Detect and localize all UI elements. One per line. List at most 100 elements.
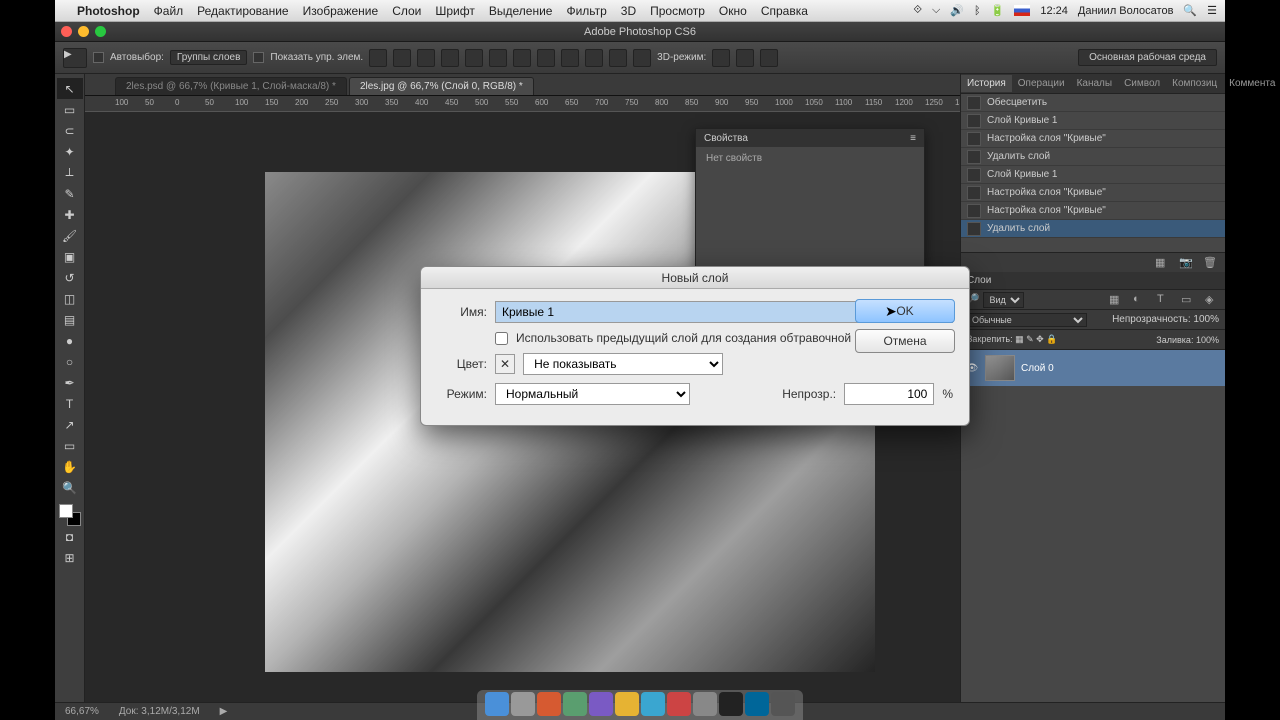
dock-app-icon[interactable] bbox=[589, 692, 613, 716]
dock-app-icon[interactable] bbox=[537, 692, 561, 716]
dock-app-icon[interactable] bbox=[667, 692, 691, 716]
type-tool[interactable]: T bbox=[57, 393, 83, 414]
gradient-tool[interactable]: ▤ bbox=[57, 309, 83, 330]
wifi-icon[interactable]: ⌵ bbox=[932, 4, 940, 17]
lasso-tool[interactable]: ⊂ bbox=[57, 120, 83, 141]
align-icon-3[interactable] bbox=[417, 49, 435, 67]
menu-type[interactable]: Шрифт bbox=[435, 4, 474, 18]
path-tool[interactable]: ↗ bbox=[57, 414, 83, 435]
shape-tool[interactable]: ▭ bbox=[57, 435, 83, 456]
dock-app-icon[interactable] bbox=[615, 692, 639, 716]
dock-trash-icon[interactable] bbox=[771, 692, 795, 716]
opacity-input[interactable] bbox=[844, 383, 934, 405]
eyedropper-tool[interactable]: ✎ bbox=[57, 183, 83, 204]
eraser-tool[interactable]: ◫ bbox=[57, 288, 83, 309]
history-item[interactable]: Настройка слоя "Кривые" bbox=[961, 202, 1225, 220]
distrib-icon-3[interactable] bbox=[561, 49, 579, 67]
dock-app-icon[interactable] bbox=[719, 692, 743, 716]
layer-row-0[interactable]: 👁 Слой 0 bbox=[961, 350, 1225, 386]
screenmode-tool[interactable]: ⊞ bbox=[57, 547, 83, 568]
align-icon-6[interactable] bbox=[489, 49, 507, 67]
marquee-tool[interactable]: ▭ bbox=[57, 99, 83, 120]
blend-mode-select[interactable]: Обычные bbox=[967, 313, 1087, 327]
app-name[interactable]: Photoshop bbox=[77, 4, 140, 18]
dropbox-icon[interactable]: ⟐ bbox=[913, 4, 922, 17]
menu-help[interactable]: Справка bbox=[761, 4, 808, 18]
3d-icon-2[interactable] bbox=[736, 49, 754, 67]
bluetooth-icon[interactable]: ᛒ bbox=[974, 5, 981, 17]
menu-layers[interactable]: Слои bbox=[392, 4, 421, 18]
filter-type-icon[interactable]: T bbox=[1157, 293, 1171, 307]
doc-size[interactable]: Док: 3,12M/3,12M bbox=[119, 706, 200, 717]
distrib-icon-6[interactable] bbox=[633, 49, 651, 67]
user-name[interactable]: Даниил Волосатов bbox=[1078, 5, 1174, 17]
dock-app-icon[interactable] bbox=[693, 692, 717, 716]
mode-select[interactable]: Нормальный bbox=[495, 383, 690, 405]
brush-tool[interactable]: 🖌 bbox=[57, 225, 83, 246]
document-tab-2[interactable]: 2les.jpg @ 66,7% (Слой 0, RGB/8) * bbox=[349, 77, 534, 95]
layer-kind-select[interactable]: Вид bbox=[983, 292, 1024, 308]
current-tool-icon[interactable]: ▶ bbox=[63, 48, 87, 68]
stamp-tool[interactable]: ▣ bbox=[57, 246, 83, 267]
opacity-value[interactable]: 100% bbox=[1193, 314, 1219, 325]
history-brush-tool[interactable]: ↺ bbox=[57, 267, 83, 288]
heal-tool[interactable]: ✚ bbox=[57, 204, 83, 225]
volume-icon[interactable]: 🔊 bbox=[950, 4, 964, 17]
3d-icon-3[interactable] bbox=[760, 49, 778, 67]
spotlight-icon[interactable]: 🔍 bbox=[1183, 4, 1197, 17]
wand-tool[interactable]: ✦ bbox=[57, 141, 83, 162]
dock-app-icon[interactable] bbox=[511, 692, 535, 716]
history-item[interactable]: Слой Кривые 1 bbox=[961, 166, 1225, 184]
layer-thumbnail[interactable] bbox=[985, 355, 1015, 381]
dock-app-icon[interactable] bbox=[641, 692, 665, 716]
history-snapshot-icon[interactable]: 📷 bbox=[1179, 256, 1193, 270]
history-item[interactable]: Удалить слой bbox=[961, 148, 1225, 166]
history-item[interactable]: Настройка слоя "Кривые" bbox=[961, 184, 1225, 202]
align-icon-2[interactable] bbox=[393, 49, 411, 67]
workspace-select[interactable]: Основная рабочая среда bbox=[1078, 49, 1217, 66]
align-icon-1[interactable] bbox=[369, 49, 387, 67]
menu-window[interactable]: Окно bbox=[719, 4, 747, 18]
dock-photoshop-icon[interactable] bbox=[745, 692, 769, 716]
crop-tool[interactable]: ⟂ bbox=[57, 162, 83, 183]
zoom-icon[interactable] bbox=[95, 26, 106, 37]
history-item[interactable]: Настройка слоя "Кривые" bbox=[961, 130, 1225, 148]
hand-tool[interactable]: ✋ bbox=[57, 456, 83, 477]
filter-adj-icon[interactable]: ◐ bbox=[1133, 293, 1147, 307]
distrib-icon-2[interactable] bbox=[537, 49, 555, 67]
filter-shape-icon[interactable]: ▭ bbox=[1181, 293, 1195, 307]
macos-dock[interactable] bbox=[477, 690, 803, 720]
cancel-button[interactable]: Отмена bbox=[855, 329, 955, 353]
dock-app-icon[interactable] bbox=[563, 692, 587, 716]
distrib-icon-5[interactable] bbox=[609, 49, 627, 67]
3d-icon-1[interactable] bbox=[712, 49, 730, 67]
move-tool[interactable]: ↖ bbox=[57, 78, 83, 99]
menu-image[interactable]: Изображение bbox=[303, 4, 379, 18]
history-item[interactable]: Удалить слой bbox=[961, 220, 1225, 238]
history-item[interactable]: Обесцветить bbox=[961, 94, 1225, 112]
menu-file[interactable]: Файл bbox=[154, 4, 184, 18]
distrib-icon-4[interactable] bbox=[585, 49, 603, 67]
quickmask-tool[interactable]: ◘ bbox=[57, 526, 83, 547]
zoom-level[interactable]: 66,67% bbox=[65, 706, 99, 717]
align-icon-4[interactable] bbox=[441, 49, 459, 67]
panel-menu-icon[interactable]: ≡ bbox=[910, 133, 916, 144]
minimize-icon[interactable] bbox=[78, 26, 89, 37]
tab-channels[interactable]: Каналы bbox=[1071, 75, 1119, 92]
color-select[interactable]: Не показывать bbox=[523, 353, 723, 375]
menu-select[interactable]: Выделение bbox=[489, 4, 553, 18]
tab-character[interactable]: Символ bbox=[1118, 75, 1166, 92]
pen-tool[interactable]: ✒ bbox=[57, 372, 83, 393]
dodge-tool[interactable]: ○ bbox=[57, 351, 83, 372]
tab-actions[interactable]: Операции bbox=[1012, 75, 1071, 92]
document-tab-1[interactable]: 2les.psd @ 66,7% (Кривые 1, Слой-маска/8… bbox=[115, 77, 347, 95]
clip-checkbox[interactable] bbox=[495, 332, 508, 345]
battery-icon[interactable]: 🔋 bbox=[991, 4, 1005, 17]
history-trash-icon[interactable]: 🗑 bbox=[1203, 256, 1217, 270]
color-swatch[interactable] bbox=[59, 504, 81, 526]
notifications-icon[interactable]: ☰ bbox=[1207, 4, 1217, 17]
clock[interactable]: 12:24 bbox=[1040, 5, 1068, 17]
history-newdoc-icon[interactable]: ▦ bbox=[1155, 256, 1169, 270]
menu-3d[interactable]: 3D bbox=[621, 4, 636, 18]
close-icon[interactable] bbox=[61, 26, 72, 37]
